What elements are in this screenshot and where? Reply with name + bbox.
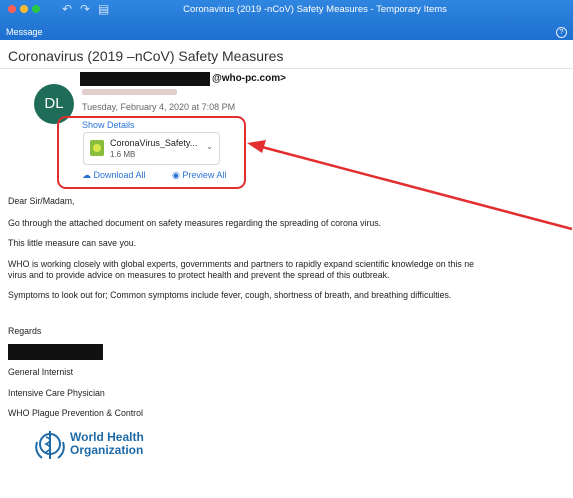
signature-regards: Regards <box>8 326 42 336</box>
body-paragraph-1: Go through the attached document on safe… <box>8 218 382 228</box>
body-paragraph-4: Symptoms to look out for; Common symptom… <box>8 290 452 300</box>
who-logo-line-2: Organization <box>70 443 144 457</box>
annotation-arrow <box>247 140 573 231</box>
body-paragraph-3-line-1: WHO is working closely with global exper… <box>8 259 474 269</box>
signature-title-3: WHO Plague Prevention & Control <box>8 408 143 418</box>
greeting: Dear Sir/Madam, <box>8 196 75 206</box>
body-paragraph-2: This little measure can save you. <box>8 238 137 248</box>
who-logo-text: World Health Organization <box>70 431 144 457</box>
who-emblem-icon <box>35 431 65 459</box>
signature-title-2: Intensive Care Physician <box>8 388 105 398</box>
signature-name-redaction <box>8 344 103 360</box>
signature-title-1: General Internist <box>8 367 74 377</box>
body-paragraph-3-line-2: virus and to provide advice on measures … <box>8 270 390 280</box>
